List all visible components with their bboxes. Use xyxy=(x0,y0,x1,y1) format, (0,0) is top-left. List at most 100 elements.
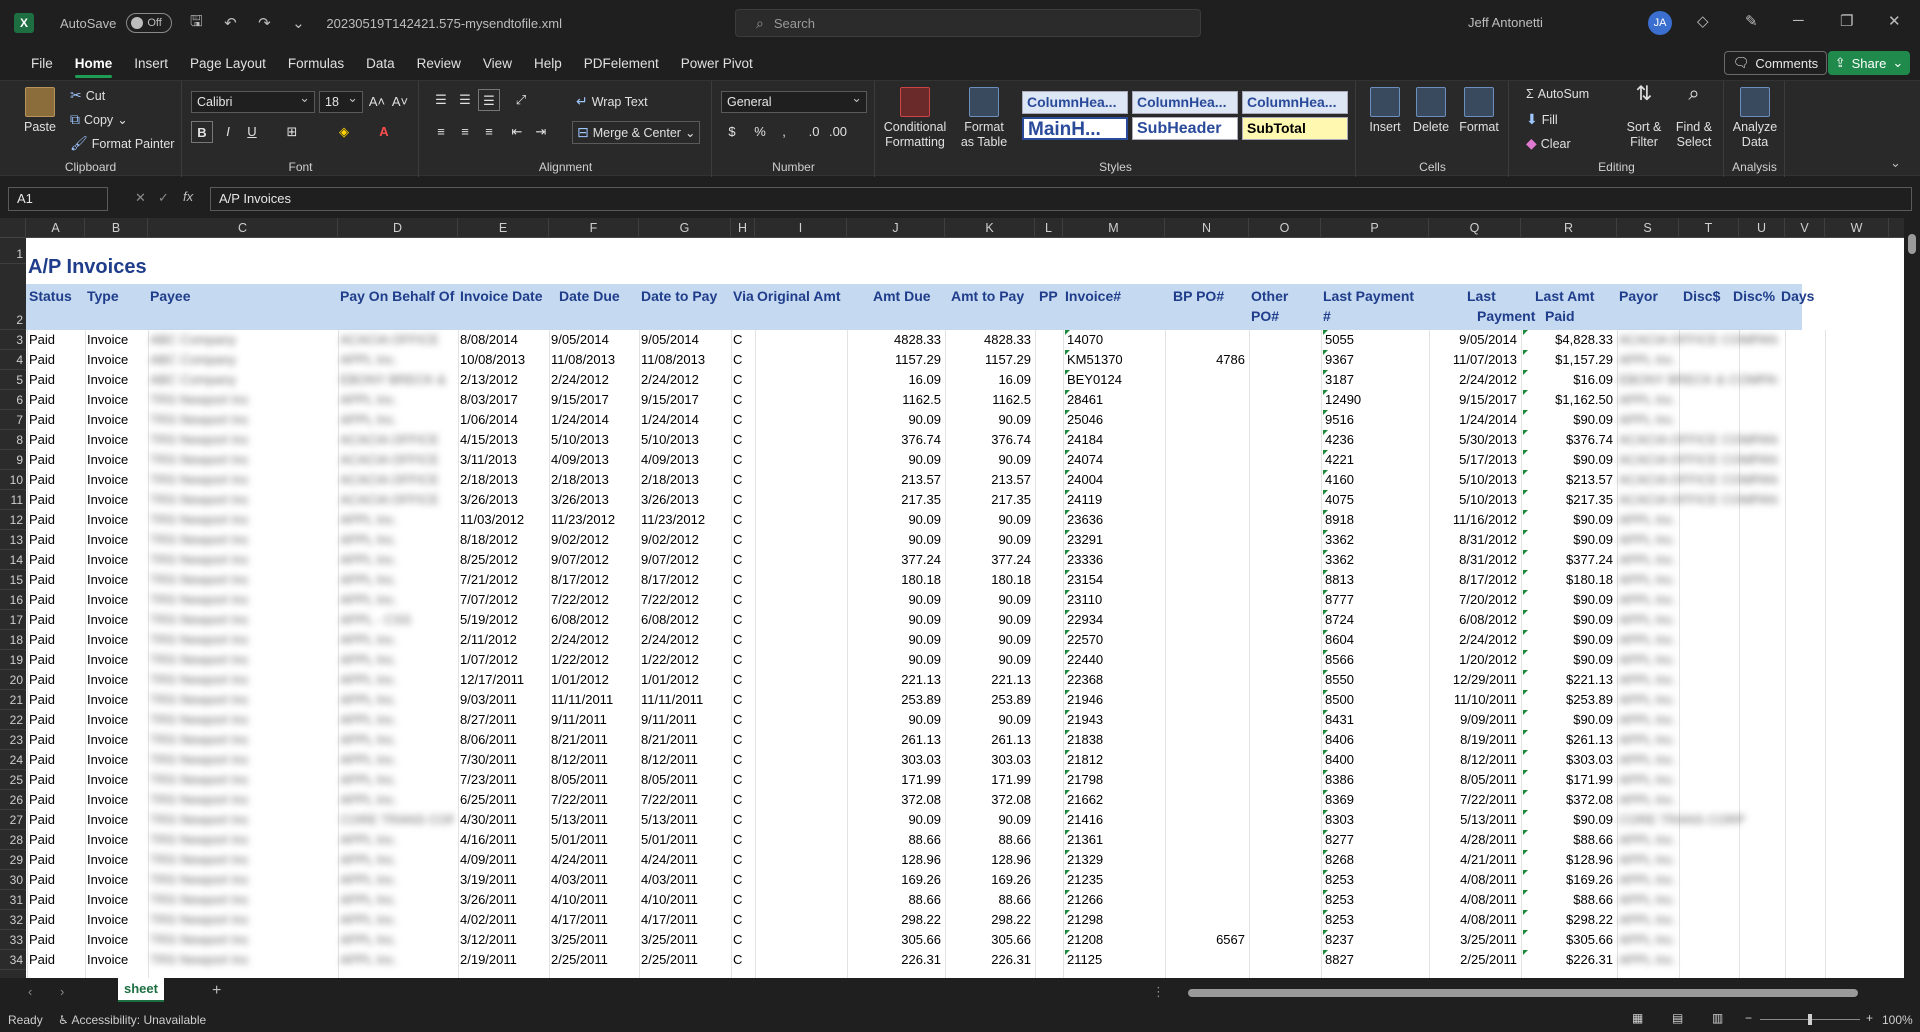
cell-inv-date[interactable]: 3/11/2013 xyxy=(460,450,545,470)
increase-font-icon[interactable]: A˄ xyxy=(366,91,388,113)
cell-due[interactable]: 11/23/2012 xyxy=(551,510,635,530)
cell-amt-to-pay[interactable]: 372.08 xyxy=(947,790,1031,810)
cell-due[interactable]: 9/05/2014 xyxy=(551,330,635,350)
cell-behalf[interactable]: APPL Inc. xyxy=(340,930,454,950)
cell-to-pay[interactable]: 5/01/2011 xyxy=(641,830,727,850)
restore-icon[interactable]: ❐ xyxy=(1840,12,1853,30)
header-last-amt-paid-2[interactable]: Paid xyxy=(1545,306,1575,326)
cell-payee[interactable]: TRS Newport Inc xyxy=(150,430,334,450)
column-header-p[interactable]: P xyxy=(1321,218,1429,238)
diamond-icon[interactable]: ◇ xyxy=(1697,12,1709,30)
header-invoice-date[interactable]: Invoice Date xyxy=(460,286,542,306)
cell-last-pay[interactable]: 7/22/2011 xyxy=(1431,790,1517,810)
cell-payee[interactable]: TRS Newport Inc xyxy=(150,610,334,630)
cell-to-pay[interactable]: 9/07/2012 xyxy=(641,550,727,570)
format-as-table-button[interactable]: Format as Table xyxy=(956,87,1012,150)
align-left-icon[interactable]: ≡ xyxy=(430,121,452,143)
cell-inv[interactable]: 21298 xyxy=(1065,910,1161,930)
cell-bp-po[interactable] xyxy=(1167,830,1245,850)
cell-inv-date[interactable]: 3/26/2013 xyxy=(460,490,545,510)
normal-view-icon[interactable]: ▦ xyxy=(1632,1011,1643,1025)
cell-to-pay[interactable]: 2/24/2012 xyxy=(641,630,727,650)
collapse-ribbon-icon[interactable]: ⌄ xyxy=(1890,155,1901,171)
cell-behalf[interactable]: APPL Inc. xyxy=(340,890,454,910)
cell-last-amt[interactable]: $90.09 xyxy=(1523,590,1613,610)
font-color-icon[interactable]: A xyxy=(373,121,395,143)
cell-type[interactable]: Invoice xyxy=(87,550,144,570)
cell-status[interactable]: Paid xyxy=(29,510,81,530)
style-main-header[interactable]: MainH... xyxy=(1022,117,1128,140)
tab-view[interactable]: View xyxy=(472,50,523,78)
increase-decimal-icon[interactable]: .0 xyxy=(803,121,825,143)
cell-last-pay[interactable]: 7/20/2012 xyxy=(1431,590,1517,610)
add-sheet-button[interactable]: + xyxy=(212,982,221,1000)
cell-status[interactable]: Paid xyxy=(29,350,81,370)
cell-payee[interactable]: TRS Newport Inc xyxy=(150,590,334,610)
header-date-to-pay[interactable]: Date to Pay xyxy=(641,286,717,306)
cell-inv[interactable]: 14070 xyxy=(1065,330,1161,350)
cell-last-amt[interactable]: $226.31 xyxy=(1523,950,1613,970)
cell-amt-due[interactable]: 90.09 xyxy=(849,610,941,630)
cell-last-no[interactable]: 8827 xyxy=(1323,950,1425,970)
cut-button[interactable]: ✂ Cut xyxy=(70,87,105,104)
column-header-c[interactable]: C xyxy=(148,218,338,238)
cell-status[interactable]: Paid xyxy=(29,470,81,490)
tab-pdfelement[interactable]: PDFelement xyxy=(573,50,670,78)
cell-via[interactable]: C xyxy=(733,830,751,850)
row-header[interactable]: 21 xyxy=(0,690,26,710)
cell-inv-date[interactable]: 8/08/2014 xyxy=(460,330,545,350)
cell-amt-to-pay[interactable]: 90.09 xyxy=(947,410,1031,430)
cell-to-pay[interactable]: 9/15/2017 xyxy=(641,390,727,410)
tab-power-pivot[interactable]: Power Pivot xyxy=(670,50,764,78)
cell-amt-to-pay[interactable]: 377.24 xyxy=(947,550,1031,570)
cell-status[interactable]: Paid xyxy=(29,750,81,770)
cell-payor[interactable]: APPL Inc. xyxy=(1619,350,1777,370)
cell-last-amt[interactable]: $221.13 xyxy=(1523,670,1613,690)
cell-amt-to-pay[interactable]: 90.09 xyxy=(947,810,1031,830)
cell-status[interactable]: Paid xyxy=(29,870,81,890)
cell-via[interactable]: C xyxy=(733,610,751,630)
cell-last-amt[interactable]: $303.03 xyxy=(1523,750,1613,770)
cell-type[interactable]: Invoice xyxy=(87,790,144,810)
save-icon[interactable]: 🖫 xyxy=(186,11,206,36)
cell-last-amt[interactable]: $376.74 xyxy=(1523,430,1613,450)
cell-via[interactable]: C xyxy=(733,410,751,430)
cell-last-no[interactable]: 8777 xyxy=(1323,590,1425,610)
cell-via[interactable]: C xyxy=(733,530,751,550)
cell-to-pay[interactable]: 5/10/2013 xyxy=(641,430,727,450)
cell-status[interactable]: Paid xyxy=(29,490,81,510)
cell-to-pay[interactable]: 9/11/2011 xyxy=(641,710,727,730)
cell-payor[interactable]: APPL Inc. xyxy=(1619,590,1777,610)
cell-inv[interactable]: 24004 xyxy=(1065,470,1161,490)
cell-type[interactable]: Invoice xyxy=(87,690,144,710)
cell-to-pay[interactable]: 4/10/2011 xyxy=(641,890,727,910)
cell-type[interactable]: Invoice xyxy=(87,470,144,490)
row-header[interactable]: 8 xyxy=(0,430,26,450)
cell-last-amt[interactable]: $90.09 xyxy=(1523,630,1613,650)
cell-last-pay[interactable]: 8/31/2012 xyxy=(1431,530,1517,550)
cell-type[interactable]: Invoice xyxy=(87,830,144,850)
cell-payor[interactable]: APPL Inc. xyxy=(1619,530,1777,550)
cell-last-pay[interactable]: 4/21/2011 xyxy=(1431,850,1517,870)
close-icon[interactable]: ✕ xyxy=(1888,12,1901,30)
cell-amt-to-pay[interactable]: 90.09 xyxy=(947,710,1031,730)
cell-last-amt[interactable]: $1,157.29 xyxy=(1523,350,1613,370)
cell-inv-date[interactable]: 3/12/2011 xyxy=(460,930,545,950)
cell-last-amt[interactable]: $4,828.33 xyxy=(1523,330,1613,350)
cell-last-pay[interactable]: 4/28/2011 xyxy=(1431,830,1517,850)
cell-bp-po[interactable] xyxy=(1167,870,1245,890)
cell-due[interactable]: 8/17/2012 xyxy=(551,570,635,590)
style-subtotal[interactable]: SubTotal xyxy=(1242,117,1348,140)
cell-payee[interactable]: TRS Newport Inc xyxy=(150,550,334,570)
cell-inv-date[interactable]: 4/02/2011 xyxy=(460,910,545,930)
cell-payee[interactable]: TRS Newport Inc xyxy=(150,750,334,770)
cell-bp-po[interactable] xyxy=(1167,370,1245,390)
decrease-font-icon[interactable]: A˅ xyxy=(389,91,411,113)
cell-inv[interactable]: 24184 xyxy=(1065,430,1161,450)
row-header[interactable]: 30 xyxy=(0,870,26,890)
cell-last-pay[interactable]: 8/31/2012 xyxy=(1431,550,1517,570)
cell-via[interactable]: C xyxy=(733,350,751,370)
cell-inv[interactable]: 21125 xyxy=(1065,950,1161,970)
cell-last-pay[interactable]: 5/30/2013 xyxy=(1431,430,1517,450)
cell-due[interactable]: 4/09/2013 xyxy=(551,450,635,470)
